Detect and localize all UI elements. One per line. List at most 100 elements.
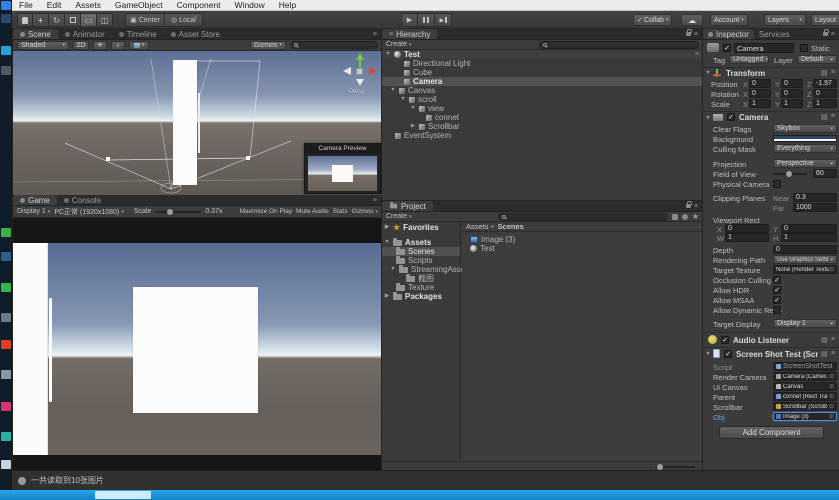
project-folder-scripts[interactable]: Scripts — [382, 256, 460, 265]
mute-audio-button[interactable]: Mute Audio — [296, 208, 329, 215]
taskbar[interactable] — [0, 490, 839, 500]
search-by-type-icon[interactable] — [672, 214, 678, 220]
presets-icon[interactable]: ▤ — [821, 113, 828, 121]
foldout-open-icon[interactable]: ▼ — [705, 115, 711, 121]
audio-listener-enabled-checkbox[interactable]: ✓ — [721, 336, 729, 344]
layer-dropdown[interactable]: Default▾ — [797, 55, 837, 64]
static-checkbox[interactable] — [800, 44, 808, 52]
allow-dynamic-resolution-checkbox[interactable] — [773, 306, 781, 314]
menu-component[interactable]: Component — [170, 0, 228, 10]
ui-canvas-field[interactable]: Canvas ⊙ — [773, 382, 837, 391]
axis-y-arrow[interactable] — [359, 59, 361, 68]
target-texture-field[interactable]: None (Render Textu ⊙ — [773, 265, 837, 274]
component-menu-icon[interactable]: ≡ — [831, 113, 835, 120]
transform-title[interactable]: Transform — [726, 69, 765, 78]
scale-slider-knob[interactable] — [167, 209, 173, 215]
clear-flags-dropdown[interactable]: Skybox▾ — [773, 124, 837, 133]
hierarchy-item-eventsystem[interactable]: EventSystem — [382, 131, 703, 140]
near-field[interactable]: 0.3 — [793, 193, 837, 202]
gizmo-persp-label[interactable]: Persp — [349, 89, 365, 95]
foldout-open-icon[interactable]: ▼ — [390, 86, 396, 95]
play-button[interactable]: ▶ — [401, 13, 418, 27]
component-menu-icon[interactable]: ≡ — [831, 350, 835, 357]
status-message[interactable]: 一共读取到10张图片 — [31, 475, 104, 486]
background-color-swatch[interactable] — [773, 135, 837, 142]
panel-menu-icon[interactable]: ≡ — [373, 31, 377, 38]
component-menu-icon[interactable]: ≡ — [831, 69, 835, 76]
scene-audio-button[interactable]: ♪ — [111, 41, 125, 50]
foldout-open-icon[interactable]: ▼ — [400, 95, 406, 104]
lock-icon[interactable] — [686, 32, 691, 36]
project-folder-scenes[interactable]: Scenes — [382, 247, 460, 256]
fov-slider-knob[interactable] — [786, 171, 792, 177]
panel-menu-icon[interactable]: ≡ — [694, 203, 698, 210]
component-menu-icon[interactable]: ≡ — [831, 336, 835, 343]
hierarchy-item-test[interactable]: ▼ Test ≡ — [382, 50, 703, 59]
step-button[interactable]: ▶ — [435, 13, 452, 27]
rendering-path-dropdown[interactable]: Use Graphics Settings▾ — [773, 255, 837, 264]
project-item-test[interactable]: Test — [462, 244, 703, 253]
scene-viewport[interactable]: Persp Camera Preview — [13, 51, 382, 195]
object-picker-icon[interactable]: ⊙ — [829, 266, 834, 273]
desktop-icon[interactable] — [1, 402, 11, 411]
desktop-icon[interactable] — [1, 370, 11, 379]
collab-dropdown[interactable]: ✓ Collab ▾ — [633, 14, 672, 26]
object-picker-icon[interactable]: ⊙ — [829, 403, 834, 410]
rotation-x-field[interactable]: 0 — [749, 89, 771, 98]
allow-msaa-checkbox[interactable]: ✓ — [773, 296, 781, 304]
occlusion-culling-checkbox[interactable]: ✓ — [773, 276, 781, 284]
save-search-icon[interactable]: ★ — [692, 214, 699, 220]
script-enabled-checkbox[interactable]: ✓ — [724, 350, 732, 358]
breadcrumb-root[interactable]: Assets — [466, 222, 489, 232]
far-field[interactable]: 1000 — [793, 203, 837, 212]
hierarchy-search-input[interactable] — [539, 41, 699, 49]
script-component-title[interactable]: Screen Shot Test (Scrip — [736, 350, 818, 359]
scale-tool-button[interactable] — [65, 13, 81, 27]
tab-animator[interactable]: Animator — [58, 29, 112, 39]
project-item-image[interactable]: Image (3) — [462, 235, 703, 244]
desktop-icon[interactable] — [1, 66, 11, 75]
display-dropdown[interactable]: Display 1 ▾ — [17, 208, 50, 215]
scene-orientation-gizmo[interactable]: Persp — [341, 53, 381, 97]
scale-z-field[interactable]: 1 — [813, 99, 837, 108]
rect-handle[interactable] — [246, 156, 250, 160]
tab-hierarchy[interactable]: ≡ Hierarchy — [382, 29, 437, 39]
desktop-icon[interactable] — [1, 432, 11, 441]
object-picker-icon[interactable]: ⊙ — [829, 413, 834, 420]
axis-neg-cone-left[interactable] — [343, 67, 351, 75]
axis-neg-cone-down[interactable] — [356, 79, 364, 86]
audio-listener-title[interactable]: Audio Listener — [733, 336, 789, 345]
maximize-on-play-button[interactable]: Maximize On Play — [240, 208, 292, 215]
camera-component-title[interactable]: Camera — [739, 113, 768, 122]
gameobject-name-field[interactable]: Camera — [734, 43, 794, 53]
tab-inspector[interactable]: Inspector — [703, 29, 754, 39]
position-y-field[interactable]: 0 — [781, 79, 803, 88]
gizmos-dropdown[interactable]: Gizmos ▾ — [250, 41, 286, 50]
transform-tool-button[interactable]: ◫ — [97, 13, 113, 27]
viewport-h-field[interactable]: 1 — [781, 233, 837, 242]
icon-size-slider[interactable] — [655, 466, 695, 468]
add-component-button[interactable]: Add Component — [719, 426, 824, 439]
viewport-x-field[interactable]: 0 — [725, 224, 769, 233]
panel-menu-icon[interactable]: ≡ — [373, 197, 377, 204]
presets-icon[interactable]: ▤ — [821, 336, 828, 344]
scene-ui-plane[interactable] — [173, 60, 197, 185]
desktop-icon[interactable] — [1, 313, 11, 322]
position-z-field[interactable]: -1.97 — [813, 79, 837, 88]
hierarchy-item-scroll[interactable]: ▼ scroll — [382, 95, 703, 104]
foldout-open-icon[interactable]: ▼ — [410, 104, 416, 113]
scene-scrollbar-plane[interactable] — [198, 93, 200, 153]
game-gizmos-dropdown[interactable]: Gizmos ▾ — [351, 208, 378, 215]
scale-slider[interactable] — [155, 211, 201, 213]
desktop-icon[interactable] — [1, 252, 11, 261]
project-folder-packages[interactable]: ▶ Packages — [382, 292, 460, 301]
scrollbar-field[interactable]: Scrollbar (Scrollb ⊙ — [773, 402, 837, 411]
hand-tool-button[interactable] — [17, 13, 33, 27]
tab-scene[interactable]: Scene — [13, 29, 58, 39]
project-folder-texture[interactable]: Texture — [382, 283, 460, 292]
presets-icon[interactable]: ▤ — [821, 350, 828, 358]
pause-button[interactable] — [418, 13, 435, 27]
render-camera-field[interactable]: Camera (Camera ⊙ — [773, 372, 837, 381]
parent-field[interactable]: connet (Rect Tran ⊙ — [773, 392, 837, 401]
panel-menu-icon[interactable]: ≡ — [694, 31, 698, 38]
